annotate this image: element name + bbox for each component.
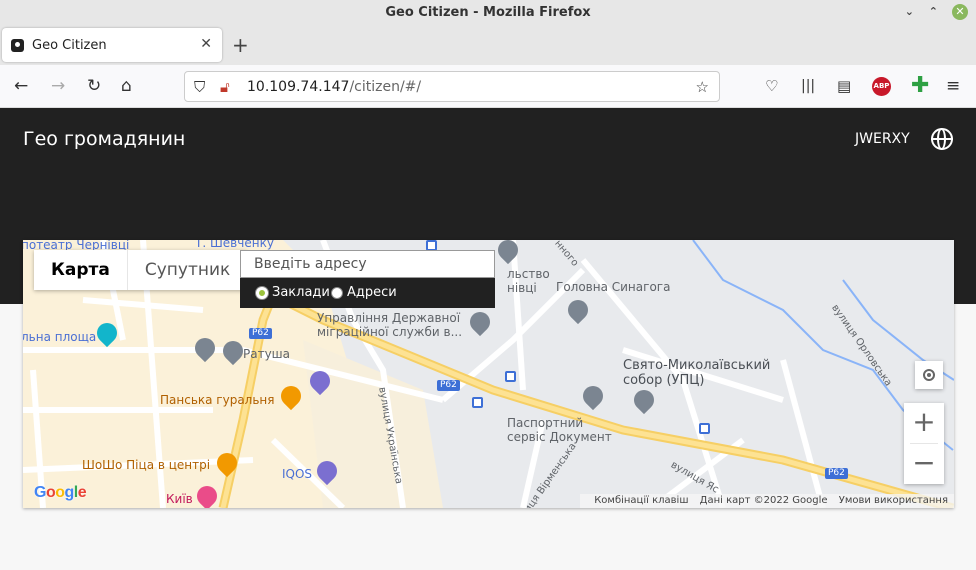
forward-icon[interactable]: → [51, 76, 65, 96]
tab-bar: Geo Citizen ✕ + [0, 25, 976, 65]
url-text[interactable]: 10.109.74.147/citizen/#/ [247, 79, 421, 95]
map-label[interactable]: Київ [166, 492, 193, 506]
globe-icon[interactable] [931, 128, 953, 150]
reload-icon[interactable]: ↻ [87, 76, 101, 96]
tab-title: Geo Citizen [32, 38, 107, 53]
filter-places-radio[interactable] [256, 287, 268, 299]
bookmark-star-icon[interactable]: ☆ [696, 78, 709, 96]
bus-stop-icon[interactable] [505, 371, 516, 382]
search-filter: Заклади Адреси [240, 278, 495, 308]
navigation-toolbar: ← → ↻ ⌂ ⛉ 🔓︎ 10.109.74.147/citizen/#/ ☆ … [0, 65, 976, 108]
close-window-icon[interactable]: ✕ [952, 4, 968, 20]
close-tab-icon[interactable]: ✕ [200, 36, 212, 52]
adblock-icon[interactable]: ABP [872, 77, 891, 96]
shield-icon[interactable]: ⛉ [194, 78, 205, 96]
map-label[interactable]: Паспортний сервіс Документ [507, 416, 617, 444]
map-label[interactable]: льство нівці [507, 267, 550, 295]
username[interactable]: JWERXY [855, 131, 910, 147]
map-label[interactable]: Панська гуральня [160, 393, 275, 407]
window-titlebar: Geo Citizen - Mozilla Firefox ⌄ ⌃ ✕ [0, 0, 976, 25]
map-label[interactable]: Т. Шевченку [195, 240, 274, 250]
home-icon[interactable]: ⌂ [121, 76, 132, 96]
maximize-icon[interactable]: ⌃ [929, 4, 938, 20]
window-title: Geo Citizen - Mozilla Firefox [385, 5, 591, 20]
filter-addresses-radio[interactable] [331, 287, 343, 299]
pocket-icon[interactable]: ♡ [765, 76, 778, 96]
map[interactable]: P62 P62 P62 потеатр Чернівці Т. Шевченку… [23, 240, 954, 508]
url-bar[interactable]: ⛉ 🔓︎ 10.109.74.147/citizen/#/ ☆ [184, 71, 720, 102]
route-shield: P62 [249, 328, 272, 339]
map-label[interactable]: Ратуша [243, 347, 290, 361]
map-type-control: Карта Супутник [34, 250, 248, 290]
map-pin-favicon-icon [11, 39, 24, 52]
sidebar-icon[interactable]: ▤ [837, 76, 851, 96]
google-logo: Google [34, 484, 87, 501]
map-label[interactable]: Головна Синагога [556, 280, 670, 294]
map-label[interactable]: IQOS [282, 467, 312, 481]
new-tab-icon[interactable]: + [232, 33, 249, 57]
route-shield: P62 [825, 468, 848, 479]
map-type-map[interactable]: Карта [34, 250, 128, 290]
zoom-control: + − [904, 403, 944, 484]
minimize-icon[interactable]: ⌄ [905, 4, 914, 20]
my-location-icon[interactable] [915, 361, 943, 389]
map-label[interactable]: Управління Державної міграційної служби … [317, 311, 477, 339]
extension-plus-icon[interactable]: ✚ [911, 73, 929, 98]
brand-title[interactable]: Гео громадянин [23, 128, 185, 150]
zoom-in-button[interactable]: + [904, 403, 944, 443]
filter-places-label[interactable]: Заклади [272, 278, 330, 308]
map-type-satellite[interactable]: Супутник [128, 250, 247, 290]
route-shield: P62 [437, 380, 460, 391]
map-label[interactable]: ШоШо Піца в центрі [82, 458, 210, 472]
back-icon[interactable]: ← [14, 76, 28, 96]
map-attribution: Комбінації клавіш Дані карт ©2022 Google… [580, 494, 954, 508]
url-host: 10.109.74.147 [247, 79, 350, 95]
bus-stop-icon[interactable] [699, 423, 710, 434]
terms-link[interactable]: Умови використання [839, 495, 948, 506]
zoom-out-button[interactable]: − [904, 444, 944, 484]
address-search-input[interactable]: Введіть адресу [240, 250, 495, 278]
library-icon[interactable]: ||| [801, 76, 815, 96]
map-label[interactable]: льна площа [23, 330, 96, 344]
menu-icon[interactable]: ≡ [946, 76, 960, 96]
bus-stop-icon[interactable] [472, 397, 483, 408]
insecure-lock-icon[interactable]: 🔓︎ [220, 78, 230, 96]
url-path: /citizen/#/ [349, 79, 422, 95]
map-label[interactable]: Свято-Миколаївський собор (УПЦ) [623, 358, 783, 388]
keyboard-shortcuts-link[interactable]: Комбінації клавіш [594, 495, 688, 506]
browser-tab[interactable]: Geo Citizen ✕ [2, 28, 222, 62]
map-data-text: Дані карт ©2022 Google [699, 495, 828, 506]
filter-addresses-label[interactable]: Адреси [347, 278, 397, 308]
